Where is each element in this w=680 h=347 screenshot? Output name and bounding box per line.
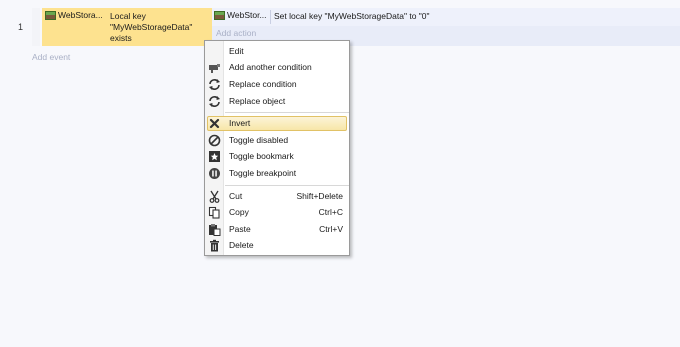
event-row[interactable]: WebStora... Local key "MyWebStorageData"… — [32, 8, 680, 46]
invert-x-icon — [209, 118, 220, 129]
menu-item-invert[interactable]: Invert — [207, 116, 347, 131]
menu-item-label: Replace condition — [229, 79, 297, 89]
condition-line-1: Local key — [110, 11, 146, 21]
action-separator — [270, 10, 271, 24]
menu-item-label: Toggle breakpoint — [229, 168, 297, 178]
condition-object-name: WebStora... — [58, 10, 103, 20]
menu-item-label: Delete — [229, 240, 254, 250]
delete-icon — [210, 239, 219, 252]
menu-item-label: Toggle disabled — [229, 135, 289, 145]
menu-item-shortcut: Shift+Delete — [296, 191, 343, 201]
breakpoint-icon — [209, 168, 220, 179]
add-action-link[interactable]: Add action — [216, 28, 256, 38]
menu-item-label: Paste — [229, 224, 251, 234]
menu-separator — [225, 112, 349, 113]
event-margin[interactable] — [32, 8, 40, 46]
condition-line-3: exists — [110, 33, 132, 43]
menu-item-edit[interactable]: Edit — [207, 44, 347, 59]
menu-item-shortcut: Ctrl+V — [319, 224, 343, 234]
paste-icon — [209, 224, 221, 236]
cut-icon — [209, 190, 220, 203]
add-condition-icon — [209, 64, 220, 73]
condition-object-cell[interactable]: WebStora... — [42, 8, 108, 46]
menu-item-paste[interactable]: Paste Ctrl+V — [207, 222, 347, 237]
action-text: Set local key "MyWebStorageData" to "0" — [274, 11, 430, 21]
menu-item-add-another-condition[interactable]: Add another condition — [207, 60, 347, 75]
menu-item-shortcut: Ctrl+C — [318, 207, 343, 217]
action-object-name: WebStor... — [227, 10, 267, 20]
replace-icon — [209, 79, 220, 90]
menu-item-label: Invert — [229, 118, 251, 128]
row-number: 1 — [18, 22, 24, 32]
menu-item-label: Edit — [229, 46, 244, 56]
menu-item-toggle-bookmark[interactable]: Toggle bookmark — [207, 149, 347, 164]
menu-item-cut[interactable]: Cut Shift+Delete — [207, 189, 347, 204]
menu-item-toggle-disabled[interactable]: Toggle disabled — [207, 133, 347, 148]
menu-item-replace-object[interactable]: Replace object — [207, 94, 347, 109]
bookmark-icon — [209, 151, 220, 162]
menu-item-label: Add another condition — [229, 62, 312, 72]
webstorage-object-icon — [45, 10, 56, 20]
webstorage-object-icon — [214, 10, 225, 20]
menu-item-label: Copy — [229, 207, 249, 217]
context-menu: Edit Add another condition Replace condi… — [204, 40, 350, 256]
condition-line-2: "MyWebStorageData" — [110, 22, 193, 32]
menu-item-label: Replace object — [229, 96, 286, 106]
menu-item-copy[interactable]: Copy Ctrl+C — [207, 205, 347, 220]
action-row[interactable]: WebStor... Set local key "MyWebStorageDa… — [212, 8, 680, 26]
disabled-icon — [208, 134, 221, 147]
replace-icon — [209, 96, 220, 107]
add-event-link[interactable]: Add event — [32, 52, 70, 62]
menu-item-label: Toggle bookmark — [229, 151, 294, 161]
menu-item-toggle-breakpoint[interactable]: Toggle breakpoint — [207, 166, 347, 181]
menu-item-label: Cut — [229, 191, 243, 201]
menu-separator — [225, 185, 349, 186]
copy-icon — [208, 206, 220, 219]
menu-item-delete[interactable]: Delete — [207, 238, 347, 253]
menu-item-replace-condition[interactable]: Replace condition — [207, 77, 347, 92]
